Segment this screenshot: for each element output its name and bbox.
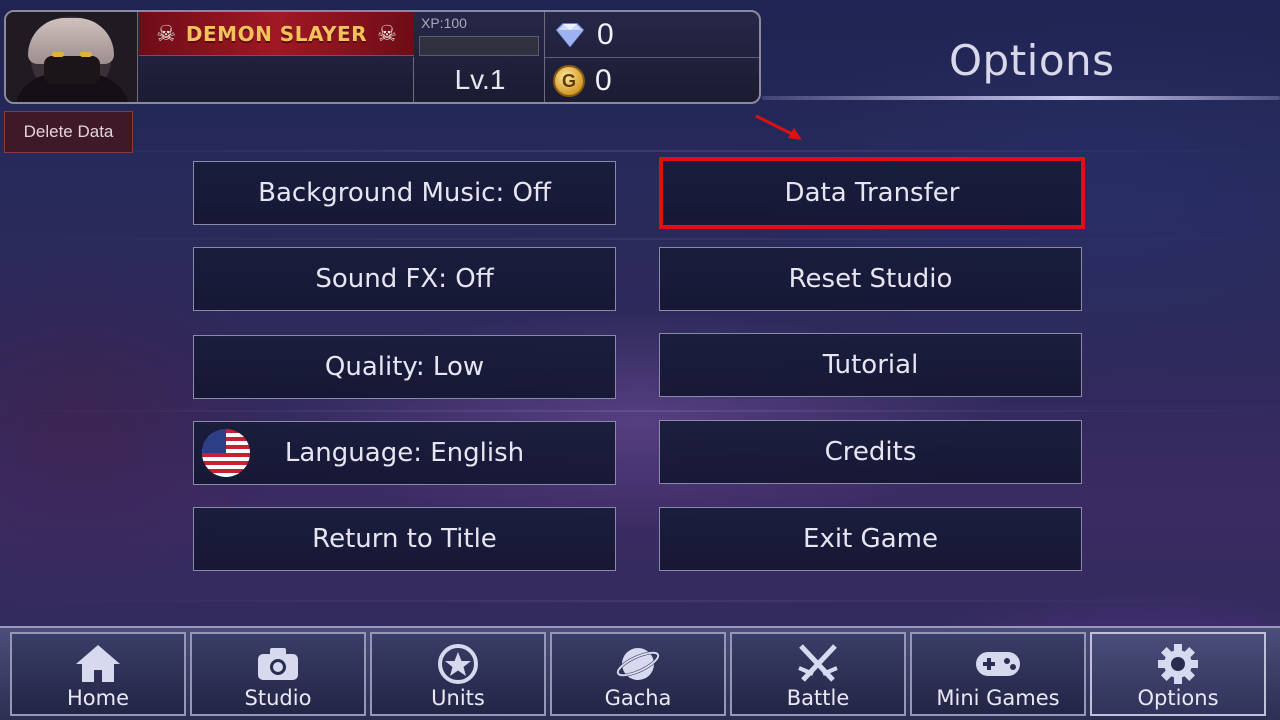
player-header: ☠ DEMON SLAYER ☠ XP:100 Lv.1 0 G 0	[4, 10, 761, 104]
nav-mini-games[interactable]: Mini Games	[910, 632, 1086, 716]
nav-gacha[interactable]: Gacha	[550, 632, 726, 716]
crossed-swords-icon	[792, 642, 844, 686]
tutorial-button[interactable]: Tutorial	[659, 333, 1082, 397]
reset-studio-button[interactable]: Reset Studio	[659, 247, 1082, 311]
nav-battle[interactable]: Battle	[730, 632, 906, 716]
game-title: DEMON SLAYER	[185, 21, 368, 46]
return-to-title-button[interactable]: Return to Title	[193, 507, 616, 571]
gold-value: 0	[595, 64, 612, 97]
nav-label: Options	[1137, 686, 1219, 710]
delete-data-button[interactable]: Delete Data	[4, 111, 133, 153]
xp-label: XP:100	[421, 15, 467, 31]
nav-label: Gacha	[604, 686, 672, 710]
gold-counter: G 0	[545, 58, 759, 102]
star-icon	[432, 642, 484, 686]
skull-icon: ☠	[156, 20, 176, 46]
nav-label: Studio	[244, 686, 312, 710]
home-icon	[72, 642, 124, 686]
quality-button[interactable]: Quality: Low	[193, 335, 616, 399]
nav-label: Mini Games	[936, 686, 1060, 710]
credits-button[interactable]: Credits	[659, 420, 1082, 484]
nav-home[interactable]: Home	[10, 632, 186, 716]
nav-studio[interactable]: Studio	[190, 632, 366, 716]
exit-game-button[interactable]: Exit Game	[659, 507, 1082, 571]
camera-icon	[252, 642, 304, 686]
arrow-icon	[755, 114, 802, 140]
language-button[interactable]: Language: English	[193, 421, 616, 485]
nav-options[interactable]: Options	[1090, 632, 1266, 716]
game-title-banner: ☠ DEMON SLAYER ☠	[139, 12, 414, 56]
title-divider	[762, 96, 1280, 100]
sound-fx-button[interactable]: Sound FX: Off	[193, 247, 616, 311]
xp-panel: XP:100 Lv.1	[415, 12, 545, 102]
data-transfer-button[interactable]: Data Transfer	[659, 157, 1085, 229]
language-label: Language: English	[284, 438, 525, 468]
nav-label: Units	[431, 686, 485, 710]
skull-icon: ☠	[377, 20, 397, 46]
nav-label: Home	[66, 686, 129, 710]
xp-bar	[419, 36, 539, 56]
nav-label: Battle	[786, 686, 850, 710]
gamepad-icon	[972, 642, 1024, 686]
gems-value: 0	[597, 17, 614, 51]
background-music-button[interactable]: Background Music: Off	[193, 161, 616, 225]
player-avatar[interactable]	[6, 12, 138, 102]
gems-counter: 0	[545, 12, 759, 58]
diamond-icon	[553, 22, 587, 48]
nav-units[interactable]: Units	[370, 632, 546, 716]
us-flag-icon	[202, 429, 250, 477]
player-level: Lv.1	[454, 64, 506, 95]
planet-icon	[612, 642, 664, 686]
gear-icon	[1152, 642, 1204, 686]
player-name-area	[139, 57, 414, 102]
bottom-nav: Home Studio Units Gacha Battle Mini Game…	[0, 626, 1280, 720]
page-title: Options	[949, 36, 1115, 85]
gold-coin-icon: G	[553, 65, 585, 97]
